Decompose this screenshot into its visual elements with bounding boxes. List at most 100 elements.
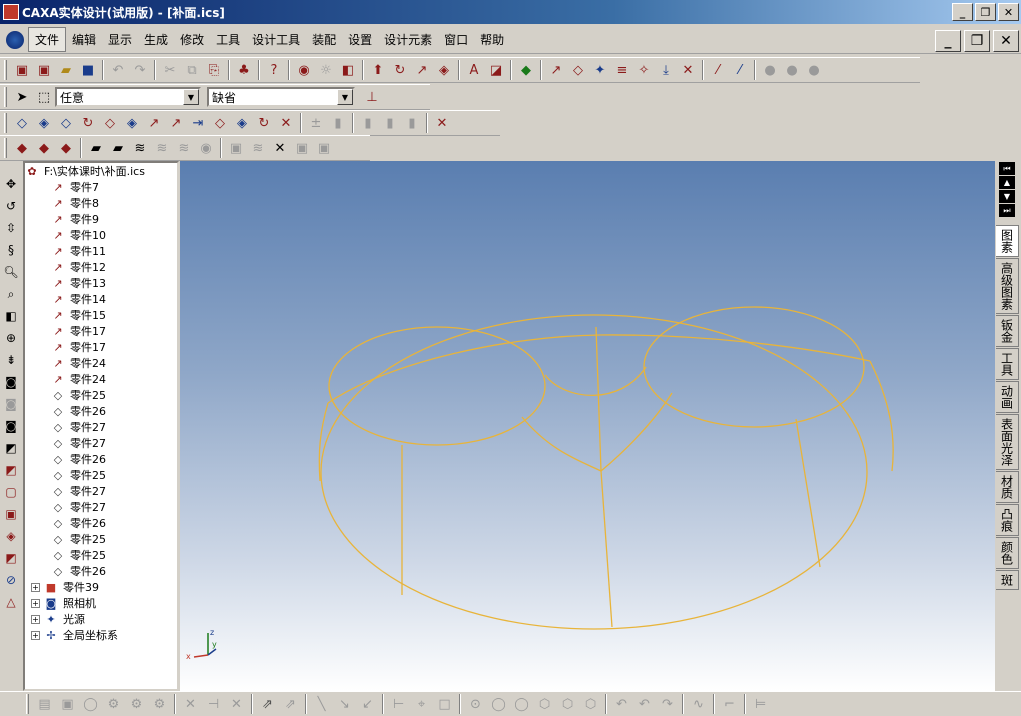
tree-part-item[interactable]: ↗ 零件8 [25, 195, 177, 211]
display-7-icon[interactable]: ⊘ [1, 569, 21, 591]
surface-6-icon[interactable]: ⤓ [655, 59, 677, 81]
assembly-tree-icon[interactable]: ⊥ [361, 86, 383, 108]
sketch-4-icon[interactable]: ⚙ [102, 693, 125, 715]
menu-generate[interactable]: 生成 [138, 28, 174, 51]
doc-restore-button[interactable]: ❐ [964, 30, 990, 52]
display-8-icon[interactable]: △ [1, 591, 21, 613]
sketch-10-icon[interactable]: ⇗ [256, 693, 279, 715]
feature-12-icon[interactable]: ↻ [253, 112, 275, 134]
help-pointer-icon[interactable]: ? [263, 59, 285, 81]
move-camera-icon[interactable]: ⇟ [1, 349, 21, 371]
transform-14-icon[interactable]: ▣ [313, 137, 335, 159]
feature-6-icon[interactable]: ◈ [121, 112, 143, 134]
curve-icon[interactable]: ◆ [515, 59, 537, 81]
smart-render-1-icon[interactable]: ● [759, 59, 781, 81]
polygon-3-icon[interactable]: ⬡ [579, 693, 602, 715]
tree-root[interactable]: ✿ F:\实体课时\补面.ics [25, 163, 177, 179]
sketch-6-icon[interactable]: ⚙ [148, 693, 171, 715]
transform-1-icon[interactable]: ◆ [11, 137, 33, 159]
last-tab-icon[interactable]: ⏭ [999, 204, 1015, 217]
feature-2-icon[interactable]: ◈ [33, 112, 55, 134]
transform-5-icon[interactable]: ▰ [107, 137, 129, 159]
restore-button[interactable]: ❐ [975, 3, 996, 21]
smart-render-2-icon[interactable]: ● [781, 59, 803, 81]
next-tab-icon[interactable]: ▼ [999, 190, 1015, 203]
spline-icon[interactable]: ∿ [687, 693, 710, 715]
tree-group-item[interactable]: + ■ 零件39 [25, 579, 177, 595]
zoom-dynamic-icon[interactable]: ⇳ [1, 217, 21, 239]
tree-part-item[interactable]: ◇ 零件26 [25, 563, 177, 579]
tree-part-item[interactable]: ↗ 零件17 [25, 323, 177, 339]
sketch-9-icon[interactable]: ✕ [225, 693, 248, 715]
tree-group-item[interactable]: + ◙ 照相机 [25, 595, 177, 611]
surface-5-icon[interactable]: ✧ [633, 59, 655, 81]
menu-window[interactable]: 窗口 [438, 28, 474, 51]
tree-part-item[interactable]: ◇ 零件25 [25, 531, 177, 547]
select-box-icon[interactable]: ⬚ [33, 86, 55, 108]
tree-part-item[interactable]: ◇ 零件25 [25, 387, 177, 403]
tree-part-item[interactable]: ↗ 零件10 [25, 227, 177, 243]
feature-17-icon[interactable]: ▮ [379, 112, 401, 134]
camera-icon[interactable]: ◙ [1, 371, 21, 393]
view-all-icon[interactable]: ◧ [1, 305, 21, 327]
tree-part-item[interactable]: ◇ 零件26 [25, 451, 177, 467]
extrude-icon[interactable]: ⬆ [367, 59, 389, 81]
zoom-icon[interactable]: 🔍︎ [1, 261, 21, 283]
transform-6-icon[interactable]: ≋ [129, 137, 151, 159]
render-icon[interactable]: ◉ [293, 59, 315, 81]
feature-14-icon[interactable]: ± [305, 112, 327, 134]
tree-part-item[interactable]: ◇ 零件27 [25, 483, 177, 499]
catalog-tab[interactable]: 钣金 [996, 315, 1019, 347]
camera-icon[interactable]: ◧ [337, 59, 359, 81]
polygon-2-icon[interactable]: ⬡ [556, 693, 579, 715]
feature-5-icon[interactable]: ◇ [99, 112, 121, 134]
transform-9-icon[interactable]: ◉ [195, 137, 217, 159]
tree-part-item[interactable]: ◇ 零件27 [25, 499, 177, 515]
feature-7-icon[interactable]: ↗ [143, 112, 165, 134]
prev-tab-icon[interactable]: ▲ [999, 176, 1015, 189]
tree-group-item[interactable]: + ✦ 光源 [25, 611, 177, 627]
expand-icon[interactable]: + [31, 630, 40, 640]
arc-2-icon[interactable]: ↶ [633, 693, 656, 715]
new-icon[interactable]: ▣ [11, 59, 33, 81]
catalog-tab[interactable]: 斑 [996, 570, 1019, 590]
eyedropper-icon[interactable]: ⁄ [707, 59, 729, 81]
surface-3-icon[interactable]: ✦ [589, 59, 611, 81]
rectangle-icon[interactable]: □ [433, 693, 456, 715]
display-2-icon[interactable]: ◩ [1, 459, 21, 481]
feature-13-icon[interactable]: ✕ [275, 112, 297, 134]
section-icon[interactable]: ◪ [485, 59, 507, 81]
dimension-icon[interactable]: ⊨ [749, 693, 772, 715]
point-icon[interactable]: ⊢ [387, 693, 410, 715]
transform-11-icon[interactable]: ≋ [247, 137, 269, 159]
open-folder-icon[interactable]: ▰ [55, 59, 77, 81]
3d-viewport[interactable]: z x y [180, 161, 995, 691]
feature-16-icon[interactable]: ▮ [357, 112, 379, 134]
select-arrow-icon[interactable]: ➤ [11, 86, 33, 108]
new-drawing-icon[interactable]: ▣ [33, 59, 55, 81]
chevron-down-icon[interactable]: ▼ [337, 89, 353, 105]
rotate-icon[interactable]: ↻ [389, 59, 411, 81]
filter-select[interactable]: 任意 ▼ [55, 87, 201, 107]
catalog-tab[interactable]: 高级图素 [996, 258, 1019, 314]
tree-part-item[interactable]: ↗ 零件24 [25, 355, 177, 371]
tree-part-item[interactable]: ◇ 零件27 [25, 435, 177, 451]
menu-edit[interactable]: 编辑 [66, 28, 102, 51]
feature-3-icon[interactable]: ◇ [55, 112, 77, 134]
catalog-tab[interactable]: 材质 [996, 471, 1019, 503]
sketch-2-icon[interactable]: ▣ [56, 693, 79, 715]
surface-1-icon[interactable]: ↗ [545, 59, 567, 81]
design-tree-icon[interactable]: ♣ [233, 59, 255, 81]
tree-part-item[interactable]: ↗ 零件11 [25, 243, 177, 259]
menu-file[interactable]: 文件 [28, 27, 67, 52]
surface-4-icon[interactable]: ≡ [611, 59, 633, 81]
document-icon[interactable] [6, 30, 24, 49]
save-icon[interactable]: ■ [77, 59, 99, 81]
tree-part-item[interactable]: ↗ 零件14 [25, 291, 177, 307]
circle-3-icon[interactable]: ◯ [510, 693, 533, 715]
transform-10-icon[interactable]: ▣ [225, 137, 247, 159]
redo-icon[interactable]: ↷ [129, 59, 151, 81]
chevron-down-icon[interactable]: ▼ [183, 89, 199, 105]
feature-8-icon[interactable]: ↗ [165, 112, 187, 134]
transform-8-icon[interactable]: ≋ [173, 137, 195, 159]
